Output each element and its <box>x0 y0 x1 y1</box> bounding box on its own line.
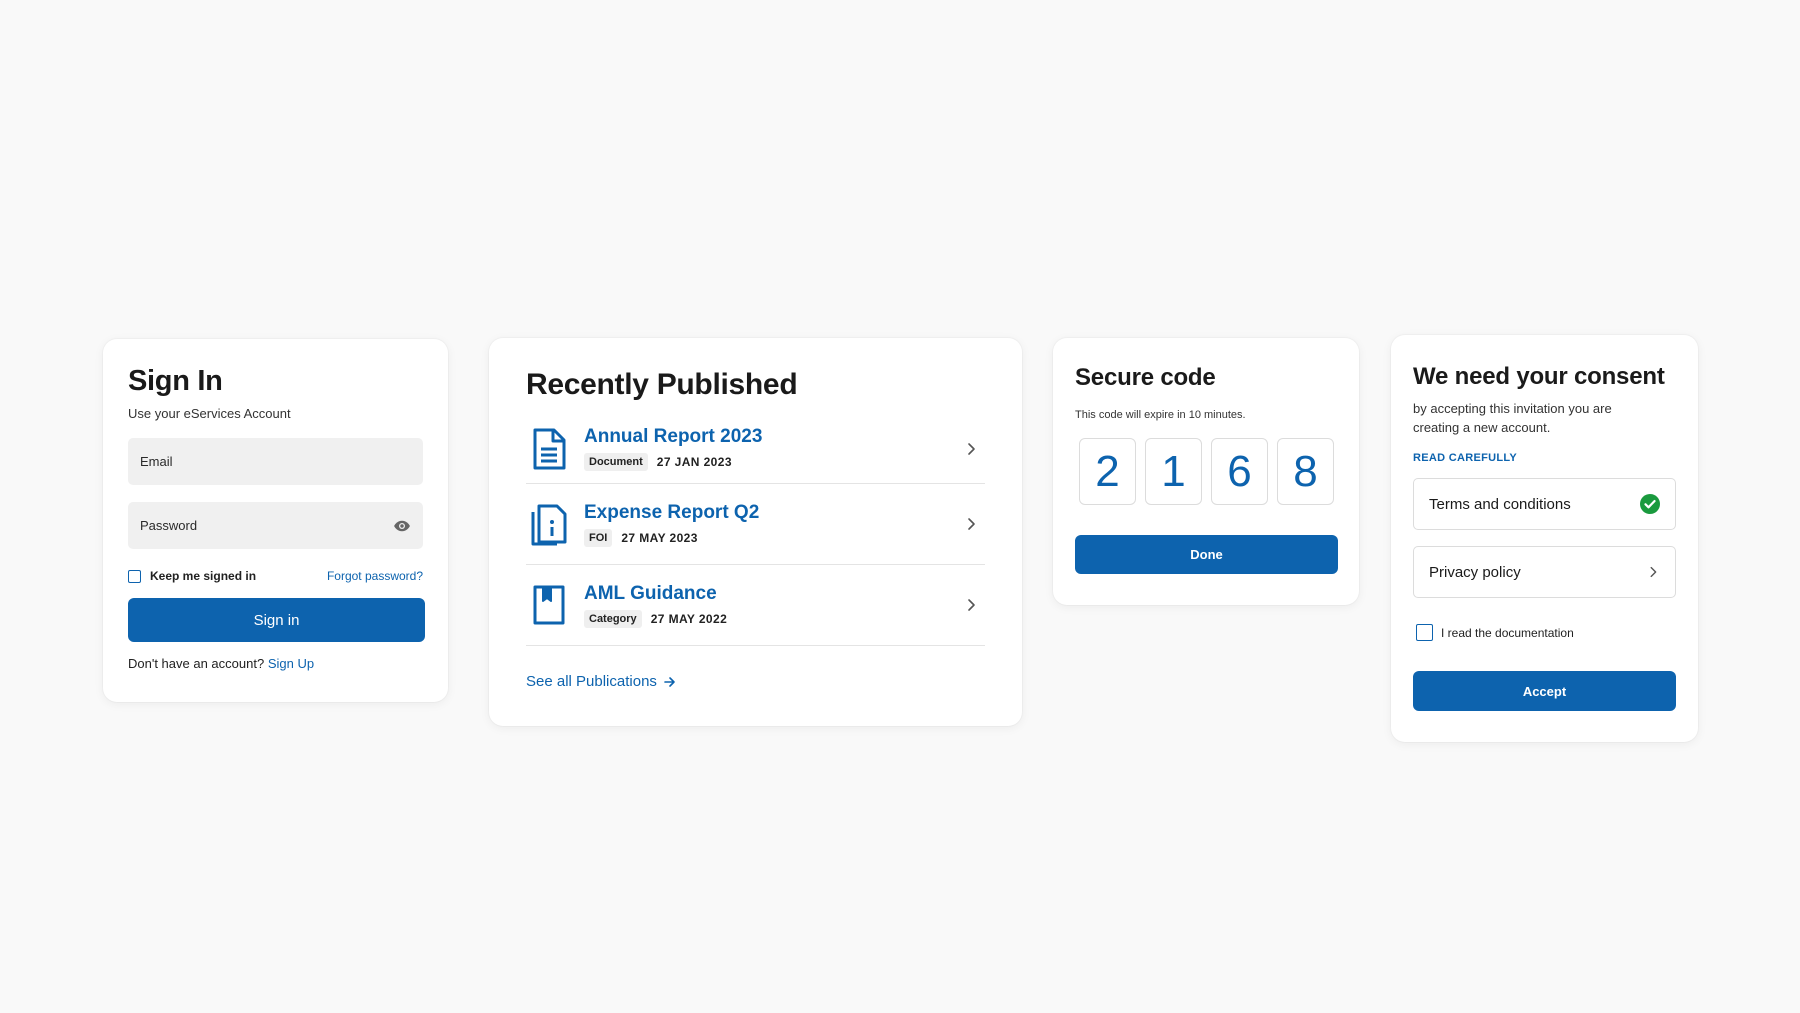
consent-subtitle: by accepting this invitation you are cre… <box>1413 401 1612 435</box>
no-account-text: Don't have an account? <box>128 656 265 671</box>
publication-text: Annual Report 2023 Document 27 JAN 2023 <box>584 426 762 471</box>
privacy-policy-row[interactable]: Privacy policy <box>1413 546 1676 598</box>
code-digit-input[interactable]: 6 <box>1211 438 1268 505</box>
publication-date: 27 MAY 2022 <box>650 611 728 626</box>
chevron-right-icon <box>1650 566 1657 578</box>
publication-title: Expense Report Q2 <box>584 501 760 523</box>
code-digits: 2 1 6 8 <box>1079 438 1337 505</box>
check-circle-icon <box>1640 494 1660 514</box>
chevron-right-icon <box>968 518 975 530</box>
keep-signed-in[interactable]: Keep me signed in <box>128 569 256 583</box>
publication-date: 27 JAN 2023 <box>656 455 732 469</box>
sign-in-button[interactable]: Sign in <box>128 598 425 642</box>
terms-label: Terms and conditions <box>1429 495 1571 513</box>
publication-tag: Document <box>584 453 648 471</box>
publication-item-expense-report[interactable]: Expense Report Q2 FOI 27 MAY 2023 <box>526 484 985 565</box>
code-digit-input[interactable]: 1 <box>1145 438 1202 505</box>
secure-code-card: Secure code This code will expire in 10 … <box>1053 338 1359 605</box>
publication-tag: Category <box>584 609 642 628</box>
publication-text: Expense Report Q2 FOI 27 MAY 2023 <box>584 502 759 547</box>
read-documentation-label: I read the documentation <box>1441 625 1574 640</box>
forgot-password-link[interactable]: Forgot password? <box>327 569 423 583</box>
read-carefully-label: READ CAREFULLY <box>1413 452 1518 464</box>
consent-card: We need your consent by accepting this i… <box>1391 335 1698 742</box>
chevron-right-icon <box>968 442 975 455</box>
info-document-icon <box>531 504 567 546</box>
publication-meta: FOI 27 MAY 2023 <box>584 528 759 547</box>
publication-item-annual-report[interactable]: Annual Report 2023 Document 27 JAN 2023 <box>526 414 985 484</box>
keep-signed-in-checkbox[interactable] <box>128 569 141 583</box>
arrow-right-icon <box>664 676 675 687</box>
consent-title: We need your consent <box>1413 363 1665 390</box>
bookmark-icon <box>533 585 565 625</box>
see-all-label: See all Publications <box>526 673 657 690</box>
password-field-wrapper <box>128 502 423 549</box>
chevron-right-icon <box>968 599 975 611</box>
accept-button[interactable]: Accept <box>1413 671 1676 711</box>
recently-published-title: Recently Published <box>526 368 798 401</box>
secure-code-title: Secure code <box>1075 364 1216 391</box>
sign-in-options: Keep me signed in Forgot password? <box>128 569 423 583</box>
terms-and-conditions-row[interactable]: Terms and conditions <box>1413 478 1676 530</box>
sign-in-subtitle: Use your eServices Account <box>128 406 291 421</box>
password-field[interactable] <box>140 518 411 533</box>
publication-list: Annual Report 2023 Document 27 JAN 2023 … <box>526 414 985 646</box>
eye-icon[interactable] <box>393 517 411 535</box>
read-documentation[interactable]: I read the documentation <box>1413 624 1676 641</box>
email-field-wrapper <box>128 438 423 485</box>
publication-meta: Category 27 MAY 2022 <box>584 609 728 628</box>
publication-title: AML Guidance <box>584 582 717 604</box>
read-documentation-checkbox[interactable] <box>1416 624 1433 641</box>
sign-up-link[interactable]: Sign Up <box>268 656 314 671</box>
done-button[interactable]: Done <box>1075 535 1338 574</box>
sign-in-title: Sign In <box>128 365 223 397</box>
keep-signed-in-label: Keep me signed in <box>150 569 257 583</box>
secure-code-subtitle: This code will expire in 10 minutes. <box>1075 409 1246 421</box>
code-digit-input[interactable]: 8 <box>1277 438 1334 505</box>
document-icon <box>533 428 566 469</box>
publication-meta: Document 27 JAN 2023 <box>584 453 762 471</box>
recently-published-card: Recently Published Annual Report 2023 Do… <box>489 338 1022 726</box>
privacy-label: Privacy policy <box>1429 563 1521 581</box>
sign-in-card: Sign In Use your eServices Account Keep … <box>103 339 448 702</box>
publication-date: 27 MAY 2023 <box>621 530 698 545</box>
code-digit-input[interactable]: 2 <box>1079 438 1136 505</box>
sign-up-prompt: Don't have an account? Sign Up <box>128 656 423 671</box>
email-field[interactable] <box>140 454 411 469</box>
publication-item-aml-guidance[interactable]: AML Guidance Category 27 MAY 2022 <box>526 565 985 646</box>
publication-tag: FOI <box>584 528 613 547</box>
publication-title: Annual Report 2023 <box>584 426 763 447</box>
see-all-publications-link[interactable]: See all Publications <box>526 673 985 690</box>
publication-text: AML Guidance Category 27 MAY 2022 <box>584 583 727 628</box>
